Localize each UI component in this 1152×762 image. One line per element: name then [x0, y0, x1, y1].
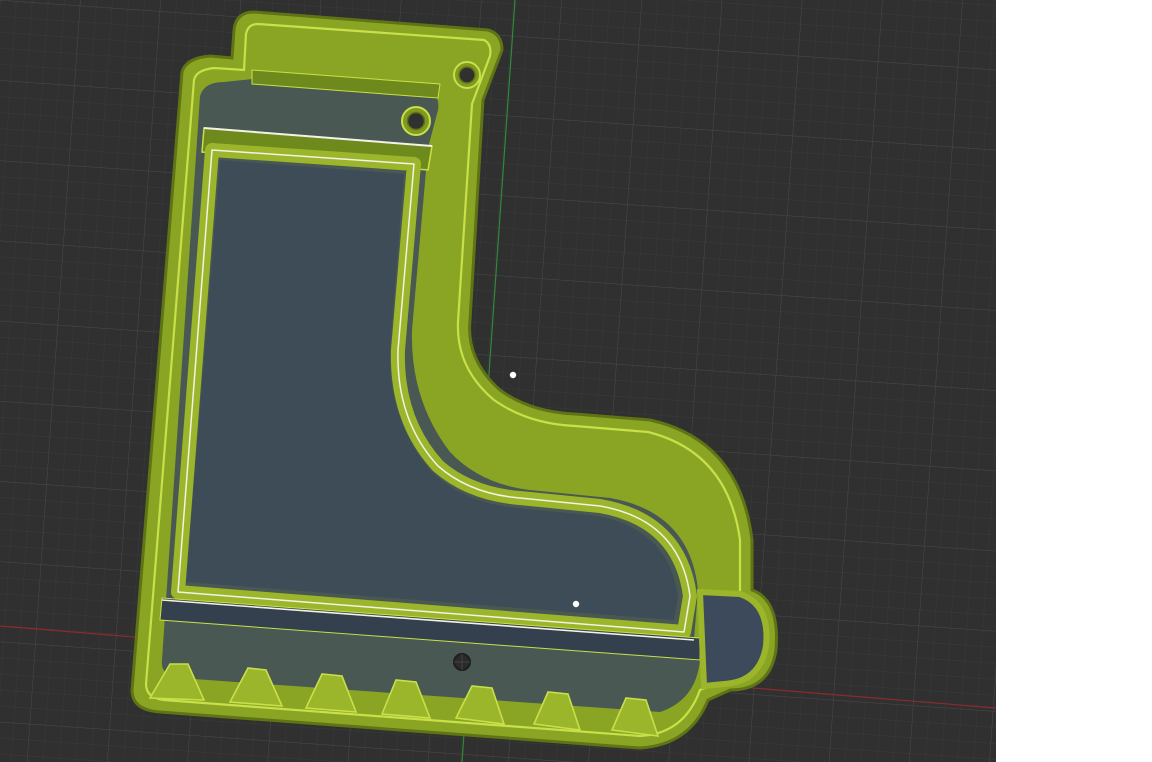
boot-toe-cap: [696, 588, 770, 690]
3d-viewport[interactable]: [0, 0, 996, 762]
vertex-point-2[interactable]: [572, 600, 580, 608]
hanging-hole-1[interactable]: [453, 61, 481, 89]
vertex-point-1[interactable]: [509, 371, 517, 379]
side-panel: [996, 0, 1152, 762]
hanging-hole-2[interactable]: [401, 106, 431, 136]
viewport-canvas[interactable]: [0, 0, 996, 762]
origin-icon: [453, 653, 471, 671]
